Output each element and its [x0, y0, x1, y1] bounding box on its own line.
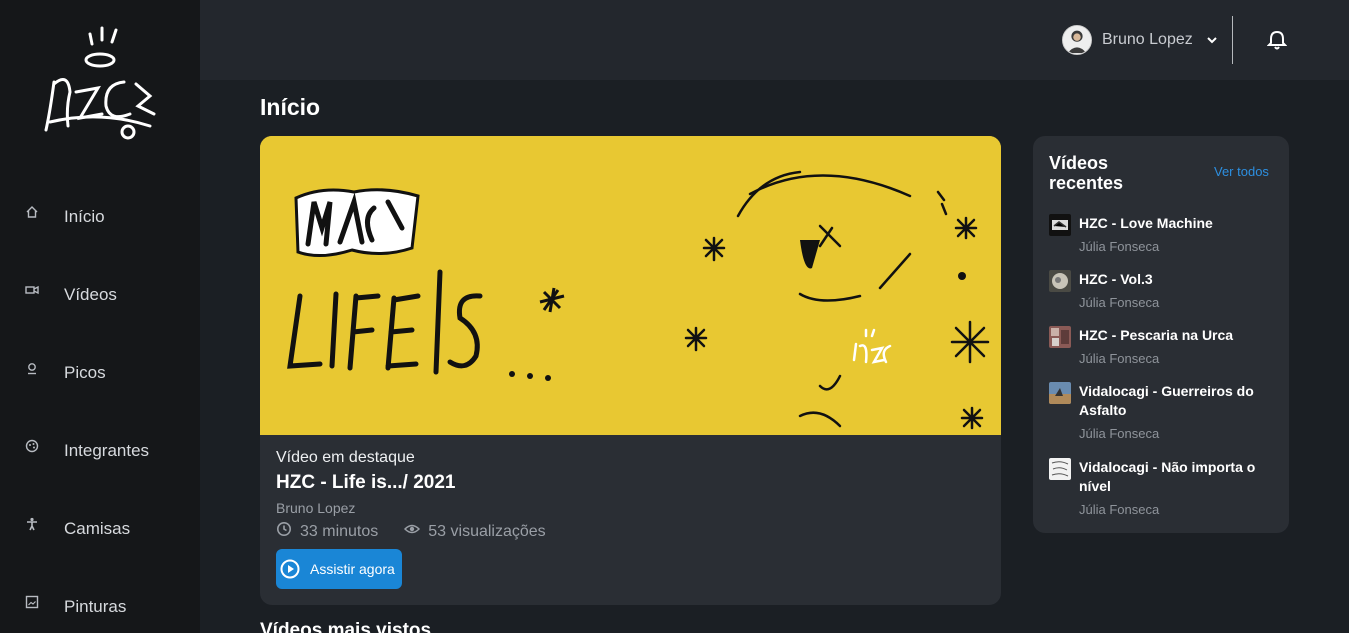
bell-icon[interactable] [1266, 29, 1288, 51]
recent-video-author: Júlia Fonseca [1079, 295, 1160, 310]
recent-video-item[interactable]: HZC - Love Machine Júlia Fonseca [1049, 214, 1279, 270]
sidebar-item-label: Camisas [64, 519, 131, 538]
sidebar-item-label: Vídeos [64, 285, 117, 304]
recent-video-text: Vidalocagi - Não importa o nível Júlia F… [1079, 458, 1279, 534]
featured-video-meta: 33 minutos 53 visualizações [276, 521, 572, 542]
sidebar-item-picos[interactable]: Picos [0, 334, 200, 412]
home-icon [24, 204, 40, 220]
picture-frame-icon [24, 594, 40, 610]
recent-video-title: Vidalocagi - Guerreiros do Asfalto [1079, 383, 1254, 418]
sidebar-item-camisas[interactable]: Camisas [0, 490, 200, 568]
recent-video-text: HZC - Love Machine Júlia Fonseca [1079, 214, 1279, 270]
video-thumbnail [1049, 326, 1071, 348]
topbar: Bruno Lopez [200, 0, 1349, 80]
sidebar-item-inicio[interactable]: Início [0, 178, 200, 256]
recent-videos-panel: Vídeos recentes Ver todos HZC - Love Mac… [1033, 136, 1289, 533]
hzc-logo[interactable] [40, 22, 160, 144]
video-camera-icon [24, 282, 40, 298]
featured-label: Vídeo em destaque [276, 449, 415, 466]
duration: 33 minutos [276, 521, 378, 542]
recent-video-author: Júlia Fonseca [1079, 502, 1160, 517]
recent-video-text: Vidalocagi - Guerreiros do Asfalto Júlia… [1079, 382, 1279, 458]
app-root: Início Vídeos Picos Integrantes Camisas … [0, 0, 1349, 633]
recent-video-item[interactable]: HZC - Pescaria na Urca Júlia Fonseca [1049, 326, 1279, 382]
sidebar: Início Vídeos Picos Integrantes Camisas … [0, 0, 200, 633]
recent-video-text: HZC - Pescaria na Urca Júlia Fonseca [1079, 326, 1279, 382]
chevron-down-icon[interactable] [1205, 33, 1219, 47]
recent-videos-title: Vídeos recentes [1049, 153, 1124, 193]
views-text: 53 visualizações [428, 522, 546, 540]
recent-video-item[interactable]: Vidalocagi - Guerreiros do Asfalto Júlia… [1049, 382, 1279, 458]
video-thumbnail [1049, 214, 1071, 236]
recent-video-title: HZC - Vol.3 [1079, 271, 1153, 287]
recent-video-title: HZC - Pescaria na Urca [1079, 327, 1234, 343]
featured-video-thumbnail[interactable] [260, 136, 1001, 435]
featured-video-author: Bruno Lopez [276, 500, 356, 516]
sidebar-item-integrantes[interactable]: Integrantes [0, 412, 200, 490]
recent-video-author: Júlia Fonseca [1079, 351, 1160, 366]
featured-video-info: Vídeo em destaque HZC - Life is.../ 2021… [276, 449, 572, 542]
watch-now-button[interactable]: Assistir agora [276, 549, 402, 589]
user-avatar [1062, 25, 1092, 55]
recent-video-item[interactable]: Vidalocagi - Não importa o nível Júlia F… [1049, 458, 1279, 534]
video-thumbnail [1049, 382, 1071, 404]
recent-video-title: Vidalocagi - Não importa o nível [1079, 459, 1256, 494]
play-circle-icon [280, 559, 300, 579]
featured-video-title[interactable]: HZC - Life is.../ 2021 [276, 472, 572, 494]
most-viewed-section-title: Vídeos mais vistos [260, 620, 432, 633]
sidebar-item-label: Integrantes [64, 441, 150, 460]
person-icon [24, 516, 40, 532]
sidebar-nav: Início Vídeos Picos Integrantes Camisas … [0, 178, 200, 633]
sidebar-item-label: Pinturas [64, 597, 127, 616]
recent-video-title: HZC - Love Machine [1079, 215, 1213, 231]
watch-now-label: Assistir agora [310, 561, 395, 577]
sidebar-item-label: Picos [64, 363, 106, 382]
sidebar-item-pinturas[interactable]: Pinturas [0, 568, 200, 633]
recent-videos-list: HZC - Love Machine Júlia Fonseca HZC - V… [1049, 214, 1279, 534]
palette-icon [24, 438, 40, 454]
recent-video-text: HZC - Vol.3 Júlia Fonseca [1079, 270, 1279, 326]
video-thumbnail [1049, 458, 1071, 480]
map-pin-icon [24, 360, 40, 376]
see-all-link[interactable]: Ver todos [1214, 164, 1269, 179]
clock-icon [276, 521, 300, 542]
header-divider [1232, 16, 1233, 64]
recent-video-author: Júlia Fonseca [1079, 239, 1160, 254]
recent-video-author: Júlia Fonseca [1079, 426, 1160, 441]
page-title: Início [260, 94, 321, 120]
video-thumbnail [1049, 270, 1071, 292]
eye-icon [404, 521, 428, 542]
sidebar-item-videos[interactable]: Vídeos [0, 256, 200, 334]
user-menu[interactable]: Bruno Lopez [1062, 24, 1219, 56]
recent-video-item[interactable]: HZC - Vol.3 Júlia Fonseca [1049, 270, 1279, 326]
user-name: Bruno Lopez [1102, 31, 1193, 48]
duration-text: 33 minutos [300, 522, 379, 540]
views: 53 visualizações [404, 521, 546, 542]
sidebar-item-label: Início [64, 207, 105, 226]
featured-video-card: Vídeo em destaque HZC - Life is.../ 2021… [260, 136, 1001, 605]
